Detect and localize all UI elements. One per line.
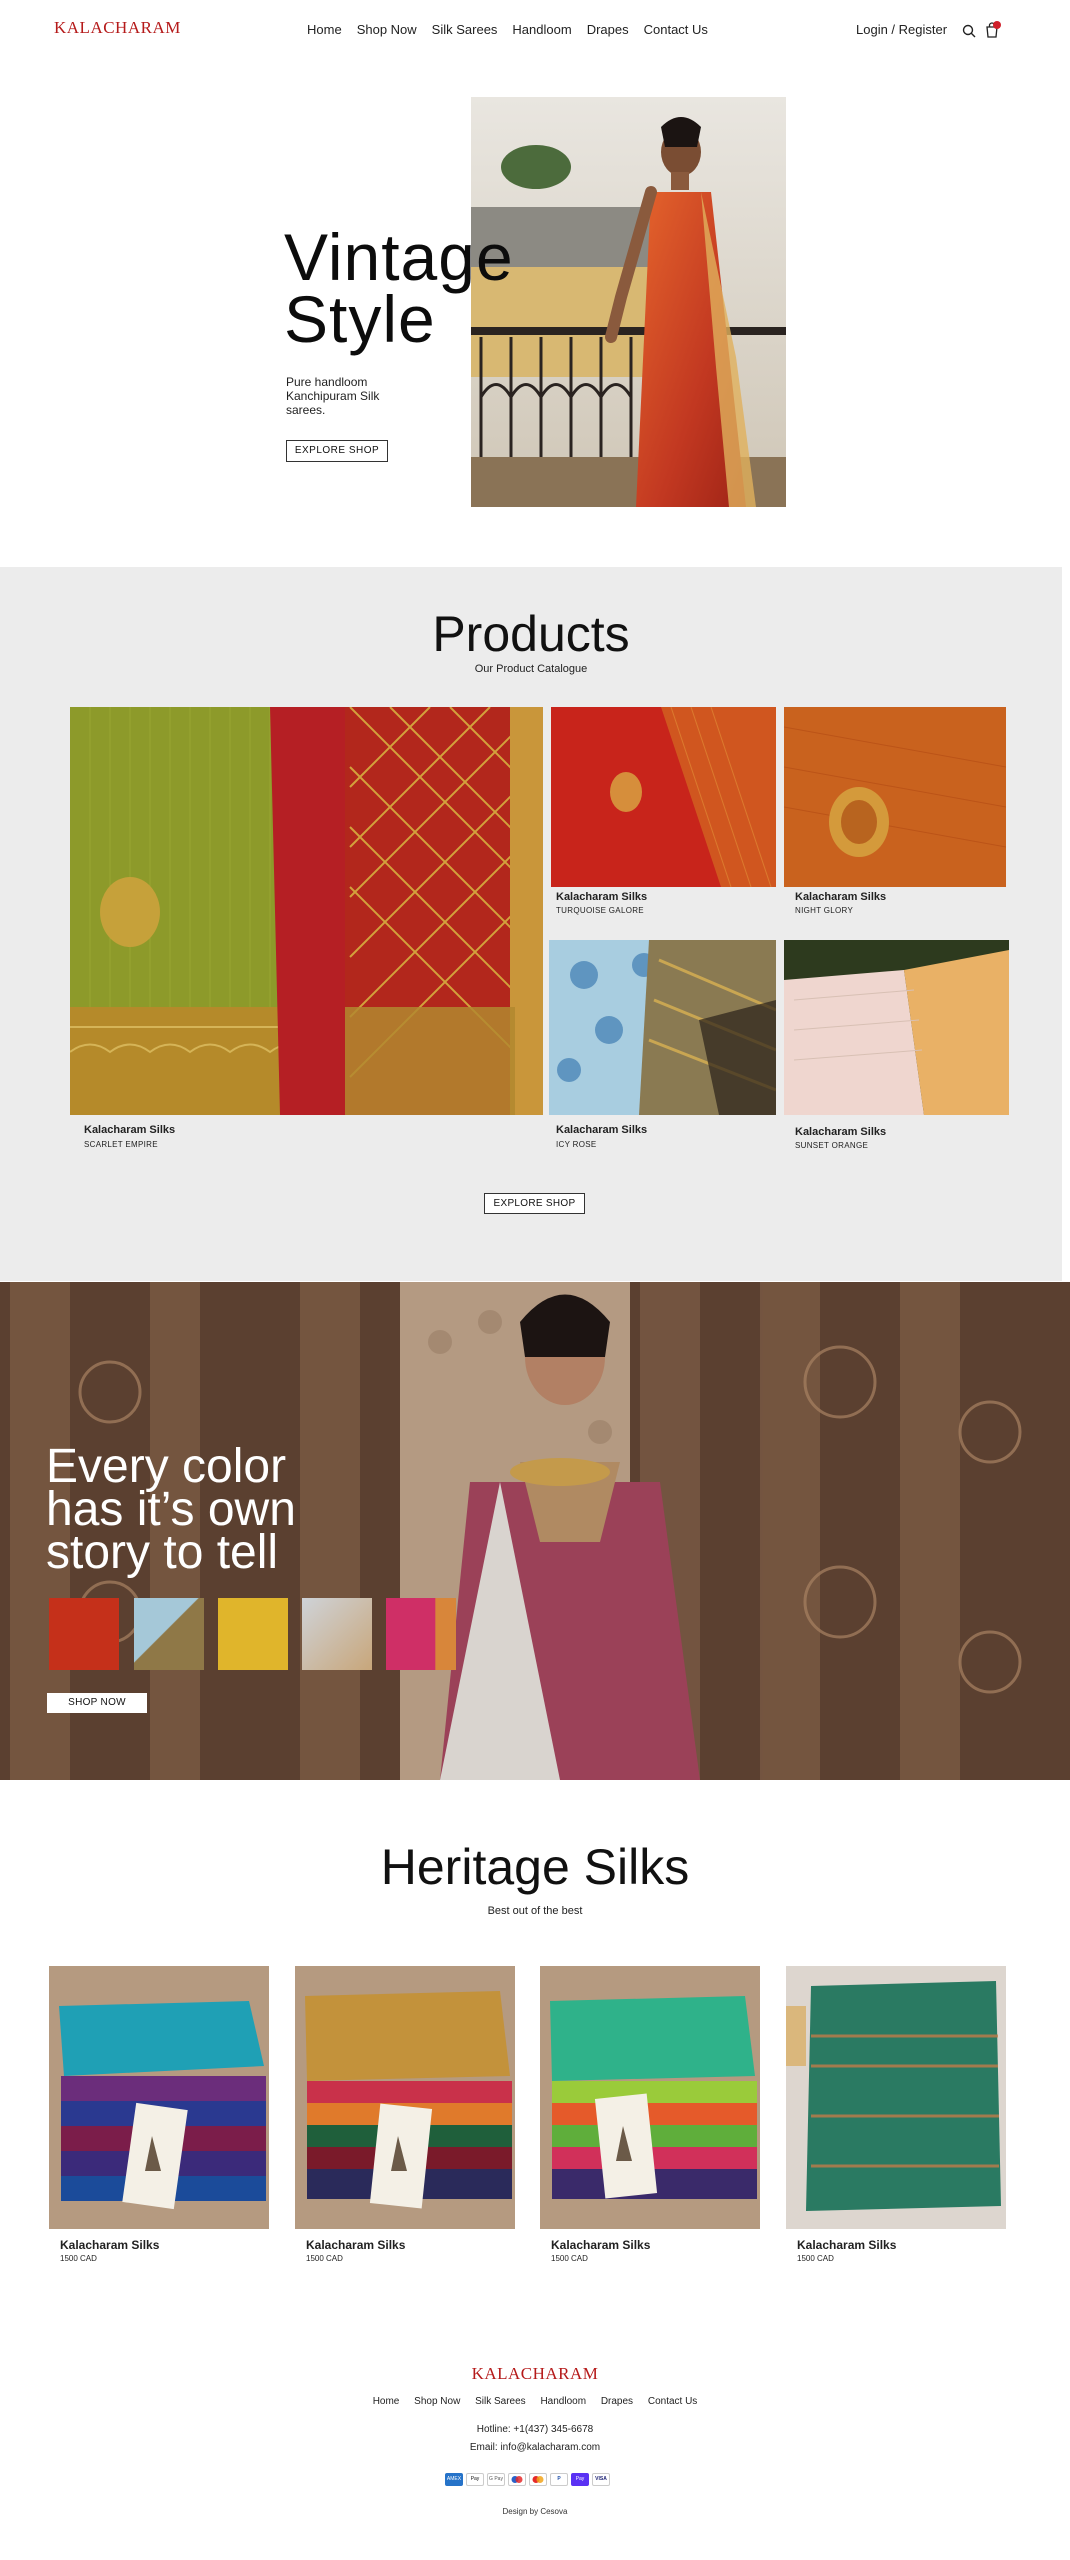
heritage-product-image[interactable] bbox=[49, 1966, 269, 2229]
color-swatch-silver[interactable] bbox=[302, 1598, 372, 1670]
heritage-product-price: 1500 CAD bbox=[797, 2254, 834, 2263]
google-pay-icon: G Pay bbox=[487, 2473, 505, 2486]
nav-drapes[interactable]: Drapes bbox=[587, 22, 629, 37]
heritage-product-name[interactable]: Kalacharam Silks bbox=[306, 2238, 405, 2252]
hero-subtitle: Pure handloom Kanchipuram Silk sarees. bbox=[286, 375, 380, 417]
footer-nav: Home Shop Now Silk Sarees Handloom Drape… bbox=[0, 2396, 1070, 2407]
mastercard-icon bbox=[529, 2473, 547, 2486]
product-name[interactable]: Kalacharam Silks bbox=[84, 1124, 175, 1136]
hero-title: Vintage Style bbox=[284, 220, 514, 356]
product-image-turquoise-galore[interactable] bbox=[551, 707, 776, 887]
visa-icon: VISA bbox=[592, 2473, 610, 2486]
color-story-banner: Every color has it’s own story to tell S… bbox=[0, 1282, 1070, 1780]
explore-shop-button[interactable]: EXPLORE SHOP bbox=[286, 440, 388, 462]
heritage-product-price: 1500 CAD bbox=[306, 2254, 343, 2263]
logo[interactable]: KALACHARAM bbox=[54, 18, 181, 38]
product-code: NIGHT GLORY bbox=[795, 906, 854, 915]
heritage-product-image[interactable] bbox=[295, 1966, 515, 2229]
main-nav: Home Shop Now Silk Sarees Handloom Drape… bbox=[307, 22, 723, 37]
nav-home[interactable]: Home bbox=[307, 22, 342, 37]
heritage-product-price: 1500 CAD bbox=[551, 2254, 588, 2263]
search-icon[interactable] bbox=[962, 24, 976, 38]
banner-title: Every color has it’s own story to tell bbox=[46, 1440, 296, 1579]
product-image-scarlet-empire[interactable] bbox=[70, 707, 543, 1115]
footer-nav-shop-now[interactable]: Shop Now bbox=[414, 2396, 460, 2407]
footer-nav-silk-sarees[interactable]: Silk Sarees bbox=[475, 2396, 526, 2407]
site-header: KALACHARAM Home Shop Now Silk Sarees Han… bbox=[0, 0, 1070, 62]
footer-nav-home[interactable]: Home bbox=[373, 2396, 400, 2407]
products-title: Products bbox=[432, 606, 630, 662]
product-name[interactable]: Kalacharam Silks bbox=[556, 891, 647, 903]
heritage-product-price: 1500 CAD bbox=[60, 2254, 97, 2263]
login-register-link[interactable]: Login / Register bbox=[856, 22, 947, 37]
nav-silk-sarees[interactable]: Silk Sarees bbox=[432, 22, 498, 37]
product-name[interactable]: Kalacharam Silks bbox=[795, 1126, 886, 1138]
maestro-icon bbox=[508, 2473, 526, 2486]
footer-hotline: Hotline: +1(437) 345-6678 bbox=[476, 2424, 594, 2435]
products-subtitle: Our Product Catalogue bbox=[474, 663, 588, 675]
cart-badge bbox=[993, 21, 1001, 29]
paypal-icon: P bbox=[550, 2473, 568, 2486]
product-code: ICY ROSE bbox=[556, 1140, 597, 1149]
product-image-sunset-orange[interactable] bbox=[784, 940, 1009, 1115]
footer-nav-contact-us[interactable]: Contact Us bbox=[648, 2396, 697, 2407]
product-code: SCARLET EMPIRE bbox=[84, 1140, 158, 1149]
color-swatch-yellow[interactable] bbox=[218, 1598, 288, 1670]
products-section: Products Our Product Catalogue Kalachara… bbox=[0, 567, 1062, 1281]
heritage-product-name[interactable]: Kalacharam Silks bbox=[797, 2238, 896, 2252]
heritage-product-image[interactable] bbox=[786, 1966, 1006, 2229]
product-name[interactable]: Kalacharam Silks bbox=[795, 891, 886, 903]
heritage-title: Heritage Silks bbox=[380, 1839, 690, 1895]
footer-credit: Design by Cesova bbox=[502, 2507, 568, 2516]
product-code: TURQUOISE GALORE bbox=[556, 906, 644, 915]
heritage-subtitle: Best out of the best bbox=[487, 1905, 583, 1917]
color-swatch-blue-gold[interactable] bbox=[134, 1598, 204, 1670]
apple-pay-icon: Pay bbox=[466, 2473, 484, 2486]
footer-nav-handloom[interactable]: Handloom bbox=[540, 2396, 586, 2407]
amex-icon: AMEX bbox=[445, 2473, 463, 2486]
color-swatch-red[interactable] bbox=[49, 1598, 119, 1670]
nav-shop-now[interactable]: Shop Now bbox=[357, 22, 417, 37]
hero-image bbox=[471, 97, 786, 507]
shop-now-button[interactable]: SHOP NOW bbox=[47, 1693, 147, 1713]
shop-pay-icon: Pay bbox=[571, 2473, 589, 2486]
footer-nav-drapes[interactable]: Drapes bbox=[601, 2396, 633, 2407]
product-image-night-glory[interactable] bbox=[784, 707, 1006, 887]
footer-email: Email: info@kalacharam.com bbox=[469, 2442, 601, 2453]
heritage-product-name[interactable]: Kalacharam Silks bbox=[551, 2238, 650, 2252]
explore-shop-button-products[interactable]: EXPLORE SHOP bbox=[484, 1193, 585, 1214]
product-code: SUNSET ORANGE bbox=[795, 1141, 869, 1150]
nav-handloom[interactable]: Handloom bbox=[512, 22, 571, 37]
heritage-product-name[interactable]: Kalacharam Silks bbox=[60, 2238, 159, 2252]
heritage-product-image[interactable] bbox=[540, 1966, 760, 2229]
product-name[interactable]: Kalacharam Silks bbox=[556, 1124, 647, 1136]
product-image-icy-rose[interactable] bbox=[549, 940, 776, 1115]
color-swatch-pink[interactable] bbox=[386, 1598, 456, 1670]
footer-logo[interactable]: KALACHARAM bbox=[0, 2364, 1070, 2384]
nav-contact-us[interactable]: Contact Us bbox=[644, 22, 708, 37]
